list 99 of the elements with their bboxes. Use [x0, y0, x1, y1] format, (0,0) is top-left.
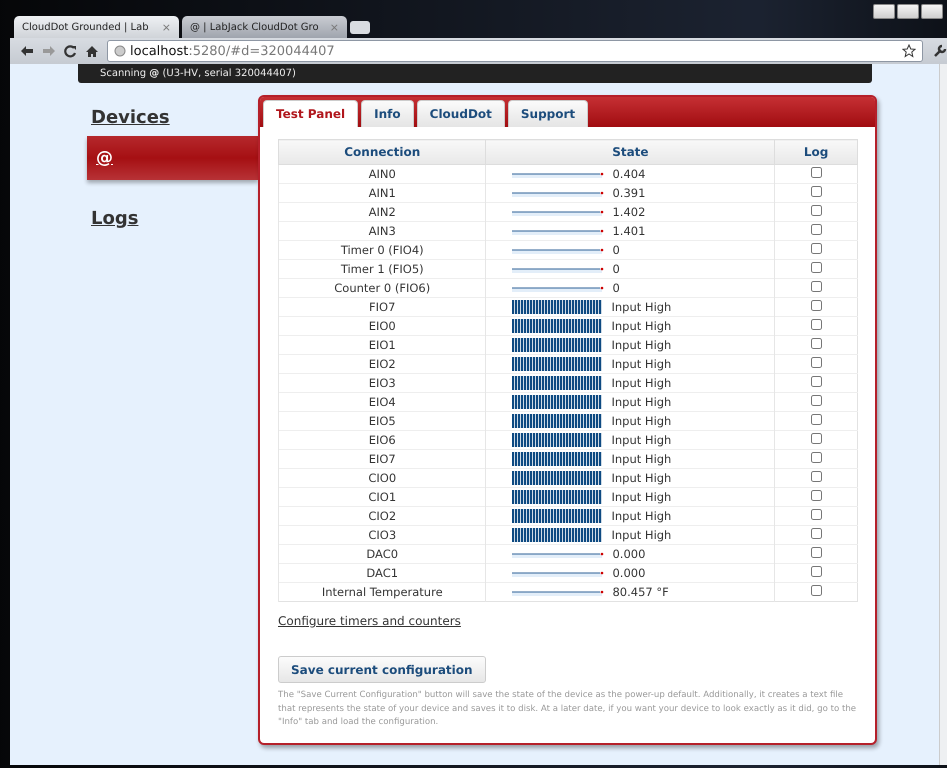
column-header: Connection — [278, 140, 486, 164]
state-value: 0.391 — [612, 186, 646, 200]
state-value: Input High — [611, 357, 672, 371]
table-cell: AIN2 — [278, 202, 486, 222]
state-value: 1.402 — [612, 205, 646, 219]
log-checkbox[interactable] — [810, 281, 822, 292]
log-checkbox[interactable] — [810, 528, 822, 539]
log-checkbox[interactable] — [810, 205, 822, 216]
log-checkbox[interactable] — [810, 433, 822, 444]
state-value: Input High — [611, 452, 672, 466]
state-value: 1.401 — [612, 224, 646, 238]
state-value: Input High — [611, 414, 672, 428]
table-cell: EIO1 — [278, 336, 486, 354]
table-cell: FIO7 — [278, 298, 486, 316]
log-checkbox[interactable] — [810, 547, 822, 558]
table-cell: Timer 0 (FIO4) — [278, 240, 486, 260]
log-checkbox[interactable] — [810, 300, 822, 311]
reload-icon[interactable] — [64, 44, 77, 58]
new-tab-button[interactable] — [350, 21, 370, 34]
log-checkbox[interactable] — [810, 357, 822, 368]
log-checkbox[interactable] — [810, 395, 822, 406]
log-checkbox[interactable] — [810, 414, 822, 425]
state-value: Input High — [611, 471, 672, 485]
globe-icon — [114, 45, 126, 57]
state-value: Input High — [611, 509, 672, 523]
table-cell: CIO0 — [278, 468, 486, 488]
url-host: localhost — [130, 44, 188, 58]
table-cell: EIO4 — [278, 392, 486, 412]
log-checkbox[interactable] — [810, 186, 822, 197]
log-checkbox[interactable] — [810, 585, 822, 596]
table-cell: EIO3 — [278, 374, 486, 392]
state-value: 0 — [612, 243, 620, 257]
table-cell: CIO1 — [278, 488, 486, 506]
table-cell: CIO2 — [278, 506, 486, 526]
log-checkbox[interactable] — [810, 243, 822, 254]
log-checkbox[interactable] — [810, 224, 822, 235]
log-checkbox[interactable] — [810, 338, 822, 349]
column-header: State — [486, 140, 775, 164]
column-header: Log — [774, 140, 858, 164]
wrench-icon[interactable] — [933, 44, 947, 58]
star-icon[interactable] — [902, 44, 916, 58]
status-bar: Scanning @ (U3-HV, serial 320044407) — [78, 64, 872, 83]
back-icon[interactable] — [20, 45, 34, 57]
close-button[interactable] — [921, 4, 943, 19]
table-cell: AIN0 — [278, 164, 486, 184]
table-cell: Timer 1 (FIO5) — [278, 260, 486, 278]
table-cell: EIO5 — [278, 412, 486, 430]
state-value: Input High — [611, 433, 672, 447]
table-cell: Internal Temperature — [278, 582, 486, 602]
url-path: :5280/#d=320044407 — [188, 44, 335, 58]
sidebar-link[interactable]: Devices — [87, 105, 250, 130]
log-checkbox[interactable] — [810, 490, 822, 501]
state-value: 0 — [612, 262, 620, 276]
home-icon[interactable] — [85, 44, 99, 58]
state-value: Input High — [611, 490, 672, 504]
log-checkbox[interactable] — [810, 566, 822, 577]
save-button[interactable]: Save current configuration — [278, 656, 486, 683]
tab[interactable]: Support — [508, 100, 588, 127]
table-cell: DAC1 — [278, 564, 486, 582]
table-cell: DAC0 — [278, 544, 486, 564]
log-checkbox[interactable] — [810, 262, 822, 273]
log-checkbox[interactable] — [810, 452, 822, 463]
tab[interactable]: CloudDot — [416, 100, 505, 127]
help-text: The "Save Current Configuration" button will save the state of the device as the power-up default. Additionally, it creates a text file that represents the state of your device and saves it to disk. At a later date, if you want your device to look exactly as it did, go to the "Info" tab and load the configuration. — [278, 689, 858, 729]
log-checkbox[interactable] — [810, 319, 822, 330]
device-item[interactable]: @ — [87, 136, 258, 180]
tab[interactable]: Info — [361, 100, 414, 127]
state-value: 0.000 — [612, 547, 646, 561]
table-cell: EIO6 — [278, 430, 486, 450]
table-cell: AIN1 — [278, 184, 486, 202]
log-checkbox[interactable] — [810, 471, 822, 482]
scrollbar[interactable] — [939, 64, 947, 765]
address-bar[interactable]: localhost:5280/#d=320044407 — [107, 40, 923, 62]
table-cell: EIO0 — [278, 316, 486, 336]
state-value: 80.457 °F — [612, 585, 669, 599]
table-cell: EIO2 — [278, 354, 486, 374]
table-cell: EIO7 — [278, 450, 486, 468]
browser-tab[interactable]: CloudDot Grounded | Lab × — [14, 16, 179, 38]
log-checkbox[interactable] — [810, 376, 822, 387]
state-value: Input High — [611, 395, 672, 409]
sidebar-link[interactable]: Logs — [87, 206, 250, 231]
minimize-button[interactable] — [873, 4, 895, 19]
configure-link[interactable]: Configure timers and counters — [278, 614, 461, 628]
state-value: 0 — [612, 281, 620, 295]
state-value: Input High — [611, 300, 672, 314]
maximize-button[interactable] — [897, 4, 919, 19]
state-value: 0.404 — [612, 167, 646, 181]
state-value: Input High — [611, 376, 672, 390]
tab[interactable]: Test Panel — [263, 100, 358, 127]
table-cell: AIN3 — [278, 222, 486, 240]
log-checkbox[interactable] — [810, 509, 822, 520]
log-checkbox[interactable] — [810, 167, 822, 178]
state-value: 0.000 — [612, 566, 646, 580]
table-cell: Counter 0 (FIO6) — [278, 278, 486, 298]
table-cell: CIO3 — [278, 526, 486, 544]
state-value: Input High — [611, 338, 672, 352]
state-value: Input High — [611, 528, 672, 542]
browser-tab[interactable]: @ | LabJack CloudDot Gro × — [182, 16, 347, 38]
state-value: Input High — [611, 319, 672, 333]
